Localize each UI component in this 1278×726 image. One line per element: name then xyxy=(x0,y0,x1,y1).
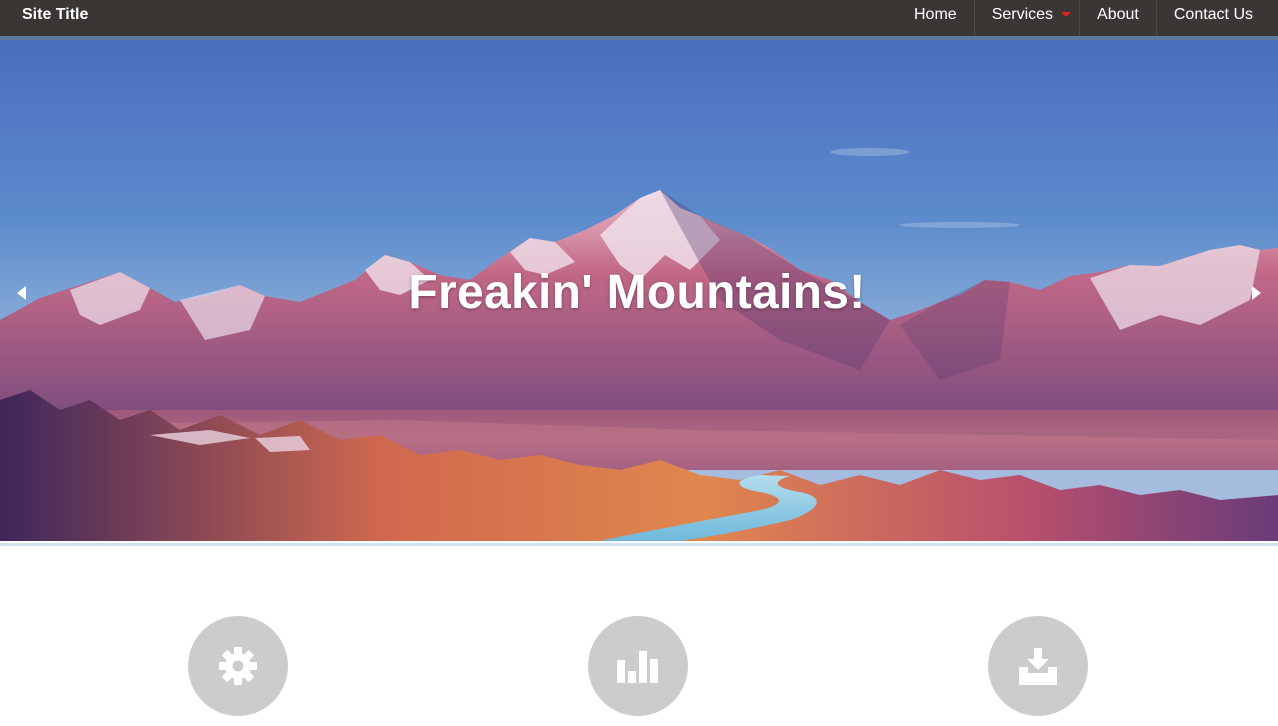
feature-download[interactable] xyxy=(988,616,1088,716)
slider-next-button[interactable] xyxy=(1246,283,1266,303)
nav-item-contact-us[interactable]: Contact Us xyxy=(1155,0,1270,36)
gear-icon xyxy=(219,647,257,685)
nav-item-services-label: Services xyxy=(991,6,1054,23)
feature-stats[interactable] xyxy=(588,616,688,716)
bar-chart-icon xyxy=(617,651,658,683)
site-title-link[interactable]: Site Title xyxy=(22,0,88,29)
main-nav: Home Services About Contact Us xyxy=(897,0,1270,36)
download-tray-icon xyxy=(1019,648,1057,685)
feature-settings[interactable] xyxy=(188,616,288,716)
nav-item-about[interactable]: About xyxy=(1079,0,1156,36)
hero-caption: Freakin' Mountains! xyxy=(408,266,866,319)
nav-item-home[interactable]: Home xyxy=(897,0,974,36)
hero-slider: Freakin' Mountains! xyxy=(0,40,1278,541)
slider-prev-button[interactable] xyxy=(12,283,32,303)
top-navigation-bar: Site Title Home Services About Contact U… xyxy=(0,0,1278,36)
dropdown-caret-icon xyxy=(1061,12,1072,17)
nav-item-services[interactable]: Services xyxy=(973,0,1079,36)
hero-bottom-accent xyxy=(0,543,1278,546)
triangle-left-icon xyxy=(17,286,26,300)
triangle-right-icon xyxy=(1252,286,1261,300)
